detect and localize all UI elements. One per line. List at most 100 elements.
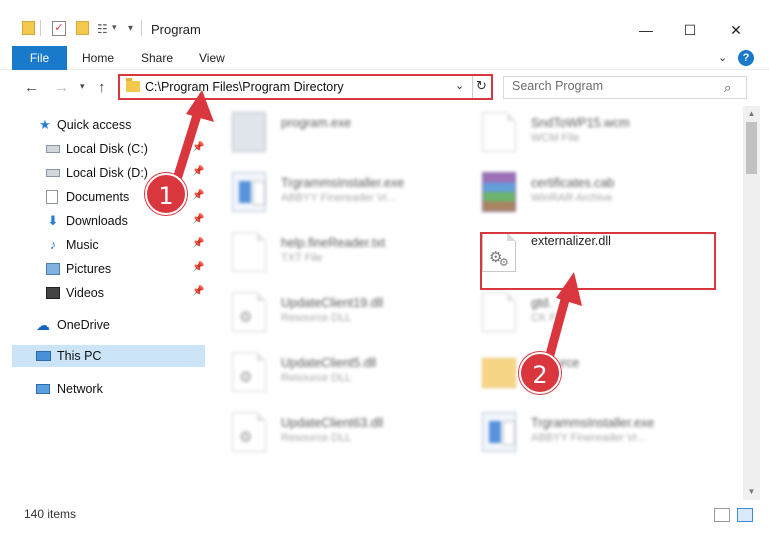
file-type: Resource DLL [281, 432, 352, 444]
sidebar-item-label: Music [66, 238, 99, 252]
file-item[interactable]: help.fineReader.txt TXT File [215, 226, 465, 278]
document-icon [482, 292, 516, 332]
chevron-down-icon[interactable]: ▾ [112, 22, 117, 33]
up-arrow-icon[interactable]: ↑ [98, 79, 106, 96]
documents-icon [46, 190, 58, 204]
file-item[interactable]: TrgrammsInstaller.exe ABBYY Finereader V… [465, 406, 715, 458]
file-type: Resource DLL [281, 372, 352, 384]
step-badge-two: 2 [519, 352, 561, 394]
properties-icon[interactable]: ✓ [52, 21, 66, 36]
pin-icon[interactable]: 📌 [192, 214, 204, 225]
search-input[interactable] [512, 79, 712, 93]
file-item[interactable]: ⚙ UpdateClient5.dll Resource DLL [215, 346, 465, 398]
divider [472, 76, 473, 98]
search-icon[interactable]: ⌕ [724, 80, 731, 96]
status-bar: 140 items [0, 500, 769, 533]
divider [141, 20, 142, 36]
download-icon: ⬇ [47, 213, 59, 228]
folder-icon [482, 358, 516, 388]
sidebar-item-network[interactable]: Network [12, 378, 205, 400]
sidebar-item-label: OneDrive [57, 318, 110, 332]
computer-icon [36, 351, 51, 361]
file-name: UpdateClient63.dll [281, 416, 384, 430]
sidebar-item-label: Videos [66, 286, 104, 300]
sidebar-item-quick-access[interactable]: ★ Quick access [12, 114, 205, 136]
divider [40, 20, 41, 36]
rar-archive-icon [482, 172, 516, 212]
network-icon [36, 384, 50, 394]
sidebar-item-this-pc[interactable]: This PC [12, 345, 205, 367]
sidebar-item-label: Local Disk (D:) [66, 166, 148, 180]
navigation-bar: ← → ▾ ↑ C:\Program Files\Program Directo… [0, 70, 769, 106]
file-type: Resource DLL [281, 312, 352, 324]
help-button[interactable]: ? [738, 50, 754, 66]
pin-icon[interactable]: 📌 [192, 166, 204, 177]
search-box[interactable]: ⌕ [503, 76, 747, 99]
file-name: UpdateClient19.dll [281, 296, 384, 310]
file-type: TXT File [281, 252, 323, 264]
sidebar-item-downloads[interactable]: ⬇ Downloads 📌 [12, 210, 205, 232]
file-item[interactable]: ⚙ UpdateClient63.dll Resource DLL [215, 406, 465, 458]
expand-ribbon-icon[interactable]: ⌄ [718, 46, 727, 70]
tab-file[interactable]: File [12, 46, 67, 70]
sidebar-item-label: Pictures [66, 262, 112, 276]
document-icon [232, 232, 266, 272]
refresh-icon[interactable]: ↻ [476, 78, 487, 94]
gear-icon: ⚙ [239, 429, 253, 446]
minimize-button[interactable]: — [631, 18, 661, 42]
new-folder-icon[interactable] [76, 21, 89, 35]
file-item[interactable]: gtd. CK Fi [465, 286, 715, 338]
sidebar-item-videos[interactable]: Videos 📌 [12, 282, 205, 304]
file-name: TrgrammsInstaller.exe [531, 416, 655, 430]
file-item[interactable]: urce [465, 346, 715, 398]
tab-home[interactable]: Home [82, 46, 114, 70]
file-item[interactable]: ⚙ UpdateClient19.dll Resource DLL [215, 286, 465, 338]
address-bar[interactable]: C:\Program Files\Program Directory ⌄ ↻ [118, 74, 493, 100]
details-view-icon[interactable] [714, 508, 730, 522]
maximize-button[interactable]: ☐ [675, 18, 705, 42]
setup-icon [232, 112, 266, 152]
drive-icon [46, 145, 60, 153]
recent-locations-icon[interactable]: ▾ [80, 81, 85, 92]
navigation-pane: ★ Quick access Local Disk (C:) 📌 Local D… [0, 106, 205, 500]
file-type: CK Fi [531, 312, 559, 324]
sidebar-item-label: Downloads [66, 214, 128, 228]
file-item[interactable]: SndToWP15.wcm WCM File [465, 106, 715, 158]
scroll-down-icon[interactable]: ▼ [743, 484, 760, 500]
sidebar-item-music[interactable]: ♪ Music 📌 [12, 234, 205, 256]
file-type: ABBYY Finereader Vr... [281, 192, 396, 204]
sidebar-item-onedrive[interactable]: ☁ OneDrive [12, 314, 205, 336]
address-path[interactable]: C:\Program Files\Program Directory [145, 80, 344, 94]
pin-icon[interactable]: 📌 [192, 286, 204, 297]
file-type: WinRAR Archive [531, 192, 613, 204]
chevron-down-icon[interactable]: ⌄ [455, 79, 464, 92]
vertical-scrollbar[interactable]: ▲ ▼ [743, 106, 760, 500]
gear-icon: ⚙ [239, 369, 253, 386]
back-arrow-icon[interactable]: ← [24, 79, 39, 96]
view-options-icon[interactable]: ☷ [97, 22, 108, 36]
pictures-icon [46, 263, 60, 275]
close-button[interactable]: ✕ [721, 18, 751, 42]
file-item[interactable]: program.exe [215, 106, 465, 158]
forward-arrow-icon[interactable]: → [54, 79, 69, 96]
pin-icon[interactable]: 📌 [192, 262, 204, 273]
sidebar-item-local-disk-c[interactable]: Local Disk (C:) 📌 [12, 138, 205, 160]
tab-share[interactable]: Share [141, 46, 173, 70]
file-item[interactable]: TrgrammsInstaller.exe ABBYY Finereader V… [215, 166, 465, 218]
scroll-thumb[interactable] [746, 122, 757, 174]
customize-toolbar-icon[interactable]: ▾ [128, 23, 133, 34]
file-name: program.exe [281, 116, 352, 130]
pin-icon[interactable]: 📌 [192, 238, 204, 249]
sidebar-item-label: Documents [66, 190, 130, 204]
document-icon [482, 112, 516, 152]
exe-icon [232, 172, 266, 212]
sidebar-item-pictures[interactable]: Pictures 📌 [12, 258, 205, 280]
pin-icon[interactable]: 📌 [192, 190, 204, 201]
sidebar-item-label: This PC [57, 349, 102, 363]
scroll-up-icon[interactable]: ▲ [743, 106, 760, 122]
pin-icon[interactable]: 📌 [192, 142, 204, 153]
file-list: program.exe SndToWP15.wcm WCM File Trgra… [215, 106, 743, 500]
large-icons-view-icon[interactable] [737, 508, 753, 522]
tab-view[interactable]: View [199, 46, 225, 70]
file-item[interactable]: certificates.cab WinRAR Archive [465, 166, 715, 218]
